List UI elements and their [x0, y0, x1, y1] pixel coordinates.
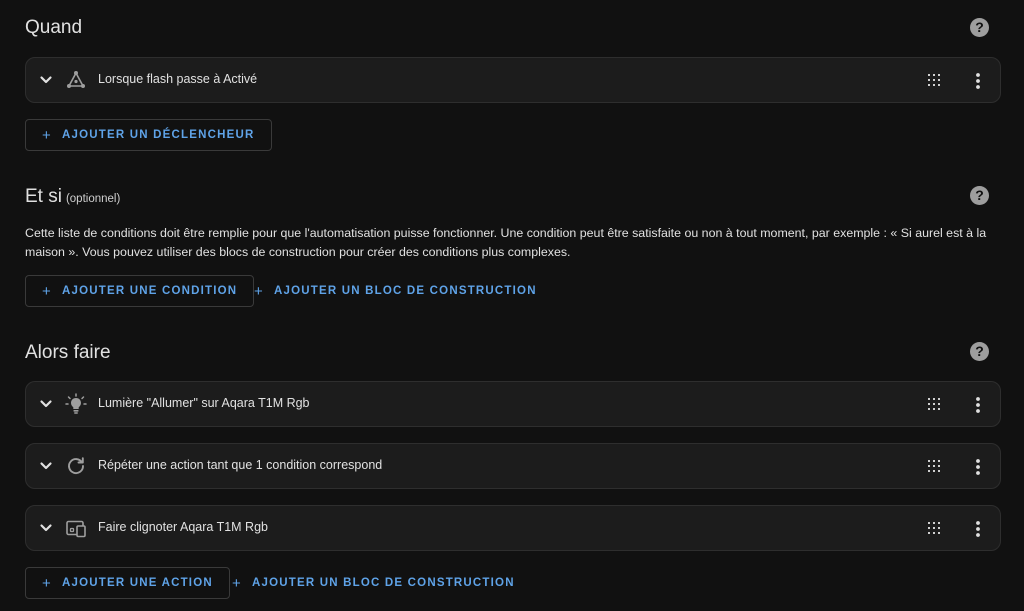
- drag-handle-icon[interactable]: [928, 74, 940, 86]
- add-trigger-label: AJOUTER UN DÉCLENCHEUR: [61, 129, 255, 141]
- repeat-icon: [68, 457, 84, 475]
- action-label: Répéter une action tant que 1 condition …: [98, 458, 383, 472]
- chevron-down-icon[interactable]: [38, 396, 54, 412]
- and-if-section-title: Et si (optionnel): [25, 186, 120, 208]
- chevron-down-icon[interactable]: [38, 520, 54, 536]
- plus-icon: +: [42, 282, 52, 300]
- lightbulb-icon: [65, 393, 87, 414]
- and-if-title-text: Et si: [25, 186, 62, 207]
- more-vert-icon[interactable]: [972, 396, 984, 414]
- drag-handle-icon[interactable]: [928, 460, 940, 472]
- when-title-text: Quand: [25, 17, 83, 38]
- add-condition-button[interactable]: + AJOUTER UNE CONDITION: [25, 275, 255, 307]
- plus-icon: +: [42, 126, 52, 144]
- plus-icon: +: [254, 282, 264, 300]
- add-action-building-block-label: AJOUTER UN BLOC DE CONSTRUCTION: [251, 577, 515, 589]
- automation-editor: Quand ? Lorsque flash passe à Activé + A…: [0, 0, 1024, 611]
- plus-icon: +: [42, 574, 52, 592]
- then-do-title-text: Alors faire: [25, 342, 111, 363]
- when-section-title: Quand: [25, 17, 82, 39]
- add-trigger-button[interactable]: + AJOUTER UN DÉCLENCHEUR: [25, 119, 272, 151]
- more-vert-icon[interactable]: [972, 520, 984, 538]
- add-condition-building-block-button[interactable]: + AJOUTER UN BLOC DE CONSTRUCTION: [238, 275, 553, 307]
- optional-label: (optionnel): [65, 193, 121, 205]
- drag-handle-icon[interactable]: [928, 398, 940, 410]
- chevron-down-icon[interactable]: [38, 458, 54, 474]
- chevron-down-icon[interactable]: [38, 72, 54, 88]
- add-action-building-block-button[interactable]: + AJOUTER UN BLOC DE CONSTRUCTION: [216, 567, 531, 599]
- add-condition-label: AJOUTER UNE CONDITION: [61, 285, 238, 297]
- action-label: Lumière "Allumer" sur Aqara T1M Rgb: [98, 396, 310, 410]
- add-action-label: AJOUTER UNE ACTION: [61, 577, 213, 589]
- and-if-help-icon[interactable]: ?: [970, 186, 989, 205]
- more-vert-icon[interactable]: [972, 72, 984, 90]
- then-do-help-icon[interactable]: ?: [970, 342, 989, 361]
- state-trigger-icon: [67, 71, 85, 88]
- add-condition-building-block-label: AJOUTER UN BLOC DE CONSTRUCTION: [273, 285, 537, 297]
- trigger-label: Lorsque flash passe à Activé: [98, 72, 258, 86]
- then-do-section-title: Alors faire: [25, 342, 111, 364]
- action-card[interactable]: Faire clignoter Aqara T1M Rgb: [25, 505, 1001, 551]
- action-card[interactable]: Lumière "Allumer" sur Aqara T1M Rgb: [25, 381, 1001, 427]
- more-vert-icon[interactable]: [972, 458, 984, 476]
- when-help-icon[interactable]: ?: [970, 18, 989, 37]
- conditions-description: Cette liste de conditions doit être remp…: [25, 226, 987, 259]
- action-label: Faire clignoter Aqara T1M Rgb: [98, 520, 268, 534]
- device-icon: [66, 520, 86, 538]
- action-card[interactable]: Répéter une action tant que 1 condition …: [25, 443, 1001, 489]
- drag-handle-icon[interactable]: [928, 522, 940, 534]
- add-action-button[interactable]: + AJOUTER UNE ACTION: [25, 567, 230, 599]
- trigger-card[interactable]: Lorsque flash passe à Activé: [25, 57, 1001, 103]
- plus-icon: +: [232, 574, 242, 592]
